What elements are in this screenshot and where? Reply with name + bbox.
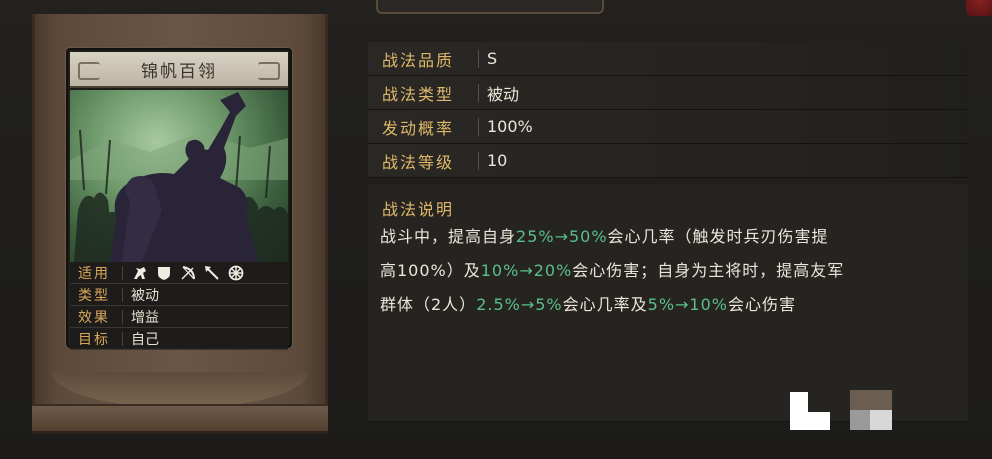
- info-row-applicable: 适用: [70, 262, 288, 284]
- unit-type-icons: [131, 265, 245, 281]
- watermark-icon: [790, 392, 830, 430]
- attr-label: 战法品质: [382, 50, 455, 70]
- info-row-target: 目标 自己: [70, 328, 288, 350]
- attr-row-quality: 战法品质 S: [368, 42, 968, 76]
- scroll-roller: [32, 404, 328, 434]
- bow-icon: [179, 265, 197, 281]
- card-title-bar: 锦帆百翎: [70, 52, 288, 88]
- skill-artwork: [70, 90, 288, 262]
- siege-wheel-icon: [227, 265, 245, 281]
- divider: [122, 331, 123, 346]
- description-text: 战斗中，提高自身25%→50%会心几率（触发时兵刃伤害提 高100%）及10%→…: [380, 220, 964, 322]
- seal-icon: [966, 0, 992, 16]
- info-label: 效果: [78, 309, 110, 326]
- watermark-icon: [850, 390, 892, 430]
- card-info: 适用 类型 被动 效果 增益 目标 自己: [70, 262, 288, 350]
- skill-description: 战法说明 战斗中，提高自身25%→50%会心几率（触发时兵刃伤害提 高100%）…: [368, 184, 968, 422]
- divider: [122, 287, 123, 302]
- shield-icon: [155, 265, 173, 281]
- divider: [122, 265, 123, 280]
- divider: [478, 83, 479, 102]
- info-label: 类型: [78, 287, 110, 304]
- attr-value: S: [487, 49, 498, 68]
- desc-segment: 高100%）及: [380, 261, 481, 280]
- desc-segment: 会心几率及: [562, 295, 648, 314]
- attr-label: 战法等级: [382, 152, 455, 172]
- attr-row-type: 战法类型 被动: [368, 76, 968, 110]
- desc-highlight: 10%→20%: [480, 261, 573, 280]
- cavalry-icon: [131, 265, 149, 281]
- skill-detail-panel: 锦帆百翎 适用 类型 被动 效果 增益 目标 自己 战法品质 S 战法类型 被动…: [0, 0, 992, 459]
- attr-label: 战法类型: [382, 84, 455, 104]
- attr-value: 10: [487, 151, 508, 170]
- info-row-effect: 效果 增益: [70, 306, 288, 328]
- attr-row-level: 战法等级 10: [368, 144, 968, 178]
- desc-segment: 会心几率（触发时兵刃伤害提: [607, 227, 829, 246]
- divider: [478, 151, 479, 170]
- top-tab[interactable]: [376, 0, 604, 14]
- attr-value: 被动: [487, 84, 520, 104]
- desc-segment: 会心伤害: [728, 295, 797, 314]
- attr-label: 发动概率: [382, 118, 455, 138]
- skill-name: 锦帆百翎: [141, 61, 217, 82]
- divider: [478, 117, 479, 136]
- info-value: 自己: [131, 331, 159, 348]
- attr-row-trigger-rate: 发动概率 100%: [368, 110, 968, 144]
- description-line: 战斗中，提高自身25%→50%会心几率（触发时兵刃伤害提: [380, 220, 964, 254]
- description-title: 战法说明: [382, 200, 455, 219]
- divider: [478, 49, 479, 68]
- info-value: 被动: [131, 287, 159, 304]
- info-row-type: 类型 被动: [70, 284, 288, 306]
- desc-highlight: 2.5%→5%: [476, 295, 563, 314]
- info-label: 适用: [78, 265, 110, 282]
- divider: [122, 309, 123, 324]
- skill-attributes: 战法品质 S 战法类型 被动 发动概率 100% 战法等级 10: [368, 42, 968, 178]
- spear-icon: [203, 265, 221, 281]
- attr-value: 100%: [487, 117, 533, 136]
- desc-highlight: 5%→10%: [647, 295, 728, 314]
- warrior-silhouette-icon: [70, 92, 288, 262]
- desc-segment: 战斗中，提高自身: [380, 227, 517, 246]
- desc-highlight: 25%→50%: [516, 227, 608, 246]
- desc-segment: 会心伤害；自身为主将时，提高友军: [572, 261, 845, 280]
- info-value: 增益: [131, 309, 159, 326]
- description-line: 高100%）及10%→20%会心伤害；自身为主将时，提高友军: [380, 254, 964, 288]
- skill-card[interactable]: 锦帆百翎 适用 类型 被动 效果 增益 目标 自己: [66, 48, 292, 350]
- description-line: 群体（2人）2.5%→5%会心几率及5%→10%会心伤害: [380, 288, 964, 322]
- desc-segment: 群体（2人）: [380, 295, 477, 314]
- info-label: 目标: [78, 331, 110, 348]
